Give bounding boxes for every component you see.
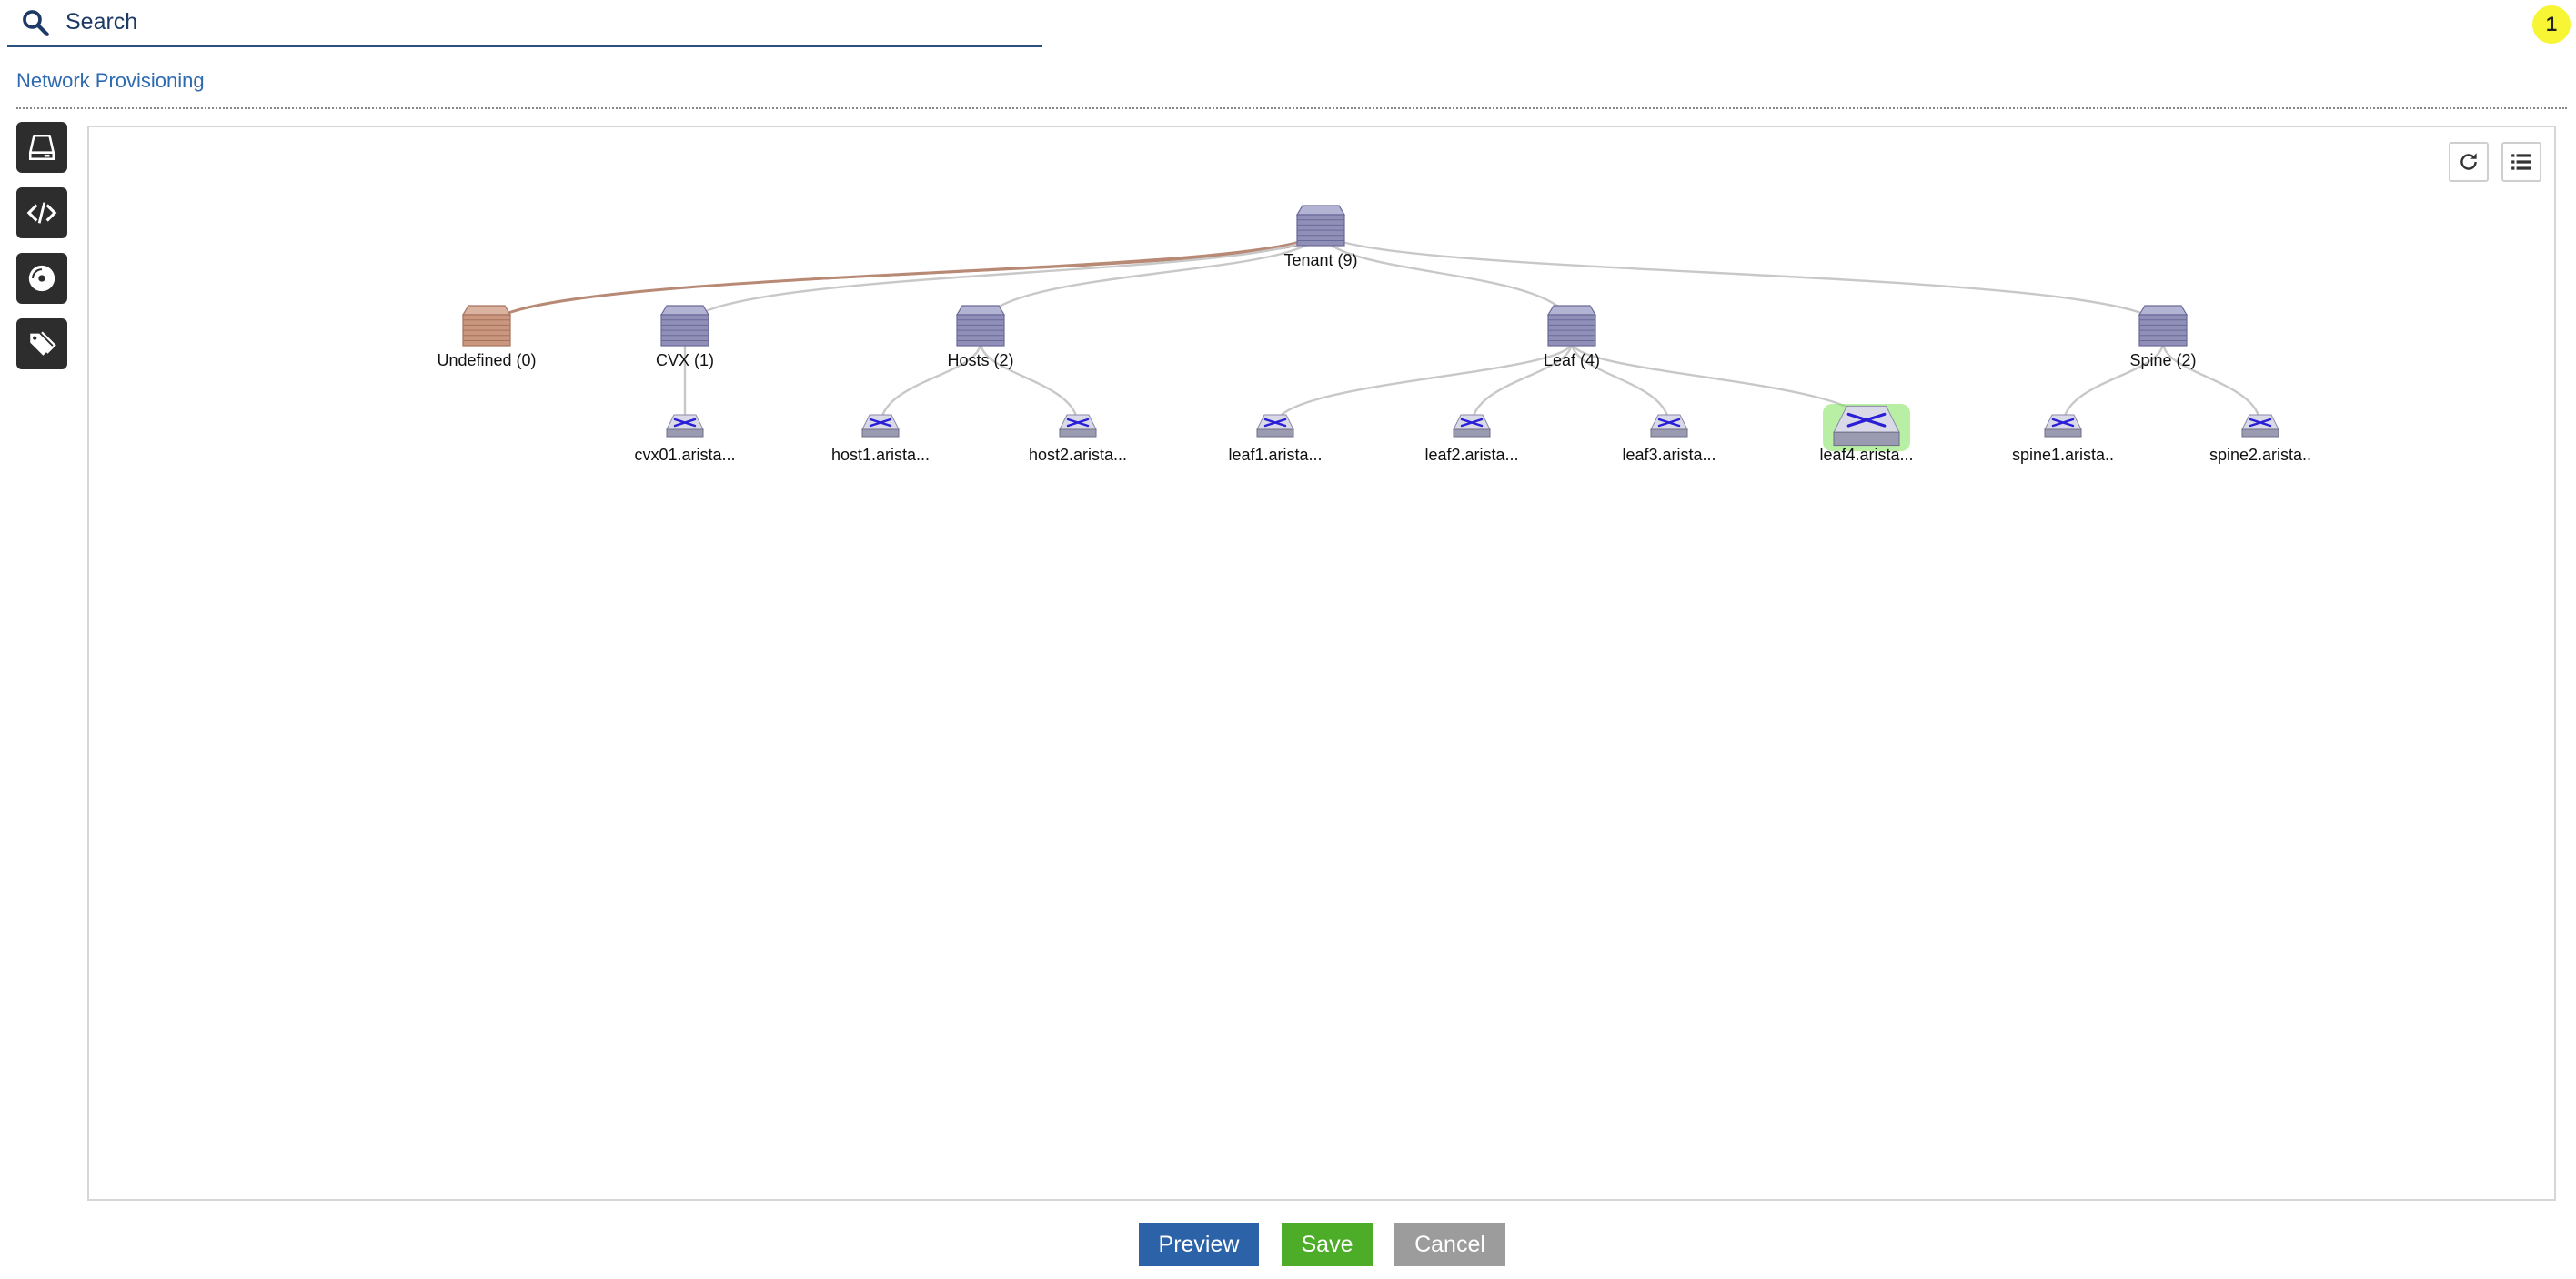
node-label-spine1: spine1.arista.. — [2012, 446, 2114, 464]
link-tenant-leaf — [1319, 228, 1574, 330]
topology-canvas[interactable]: Tenant (9) Undefined (0) CVX (1) Hosts (2) L… — [87, 126, 2556, 1201]
switch-front — [1453, 428, 1491, 438]
node-label-tenant: Tenant (9) — [1283, 251, 1357, 269]
node-label-leaf2: leaf2.arista... — [1424, 446, 1518, 464]
node-container-hosts[interactable] — [955, 305, 1006, 347]
device-tool-button[interactable] — [16, 122, 67, 173]
save-button[interactable]: Save — [1282, 1223, 1373, 1266]
node-label-cvx01: cvx01.arista... — [634, 446, 735, 464]
notification-badge[interactable]: 1 — [2532, 5, 2571, 44]
node-container-spine[interactable] — [2138, 305, 2189, 347]
switch-front — [2044, 428, 2082, 438]
disc-icon — [28, 265, 55, 292]
code-tool-button[interactable] — [16, 187, 67, 238]
node-label-leaf4: leaf4.arista... — [1819, 446, 1913, 464]
switch-front — [666, 428, 704, 438]
node-label-spine: Spine (2) — [2129, 351, 2196, 369]
node-device-leaf1[interactable] — [1256, 414, 1294, 438]
node-label-spine2: spine2.arista.. — [2209, 446, 2311, 464]
node-device-leaf3[interactable] — [1650, 414, 1688, 438]
label-tool-button[interactable] — [16, 318, 67, 369]
title-divider — [16, 107, 2567, 109]
node-device-host1[interactable] — [861, 414, 900, 438]
code-icon — [26, 202, 57, 224]
node-device-spine2[interactable] — [2241, 414, 2279, 438]
link-leaf-leaf4 — [1570, 341, 1868, 427]
container-top — [1295, 205, 1346, 216]
switch-front — [1059, 428, 1097, 438]
links — [485, 228, 2262, 427]
switch-front — [2241, 428, 2279, 438]
switch-front — [1650, 428, 1688, 438]
node-label-leaf: Leaf (4) — [1544, 351, 1600, 369]
list-view-button[interactable] — [2501, 142, 2541, 182]
node-label-host1: host1.arista... — [831, 446, 930, 464]
cancel-button[interactable]: Cancel — [1394, 1223, 1505, 1266]
topology-graph: Tenant (9) Undefined (0) CVX (1) Hosts (2) L… — [437, 205, 2311, 464]
node-device-host2[interactable] — [1059, 414, 1097, 438]
list-icon — [2511, 154, 2531, 170]
container-top — [461, 305, 512, 316]
link-leaf-leaf1 — [1273, 341, 1574, 427]
preview-button[interactable]: Preview — [1139, 1223, 1259, 1266]
node-device-cvx01[interactable] — [666, 414, 704, 438]
node-label-leaf3: leaf3.arista... — [1622, 446, 1716, 464]
node-label-leaf1: leaf1.arista... — [1228, 446, 1322, 464]
drive-tray-icon — [28, 134, 55, 161]
search-icon — [23, 10, 49, 36]
node-container-cvx[interactable] — [659, 305, 710, 347]
search-bar[interactable]: Search — [7, 0, 1042, 47]
node-container-leaf[interactable] — [1546, 305, 1597, 347]
node-label-cvx: CVX (1) — [656, 351, 714, 369]
image-tool-button[interactable] — [16, 253, 67, 304]
switch-front — [1833, 431, 1900, 447]
node-device-leaf4[interactable] — [1823, 404, 1910, 451]
tags-icon — [30, 331, 56, 356]
switch-front — [861, 428, 900, 438]
link-tenant-undefined — [485, 228, 1323, 330]
link-tenant-spine — [1319, 228, 2165, 330]
link-tenant-hosts — [979, 228, 1323, 330]
container-top — [659, 305, 710, 316]
node-label-hosts: Hosts (2) — [947, 351, 1013, 369]
container-top — [1546, 305, 1597, 316]
container-top — [955, 305, 1006, 316]
container-top — [2138, 305, 2189, 316]
page-title: Network Provisioning — [16, 69, 205, 92]
node-tenant[interactable] — [1295, 205, 1346, 247]
switch-front — [1256, 428, 1294, 438]
refresh-icon — [2460, 153, 2477, 170]
refresh-button[interactable] — [2449, 142, 2489, 182]
node-device-leaf2[interactable] — [1453, 414, 1491, 438]
node-container-undefined[interactable] — [461, 305, 512, 347]
search-input[interactable]: Search — [65, 9, 137, 35]
node-label-host2: host2.arista... — [1029, 446, 1127, 464]
node-device-spine1[interactable] — [2044, 414, 2082, 438]
node-label-undefined: Undefined (0) — [437, 351, 536, 369]
